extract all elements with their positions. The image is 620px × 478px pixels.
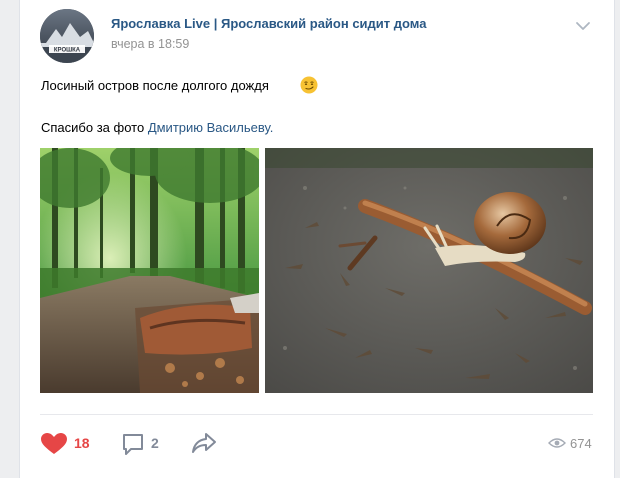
likes-count[interactable]: 18 xyxy=(74,435,90,451)
thanks-text: Спасибо за фото xyxy=(41,120,148,135)
post-time[interactable]: вчера в 18:59 xyxy=(111,37,189,51)
svg-text:КРОШКА: КРОШКА xyxy=(54,48,81,54)
group-avatar[interactable]: КРОШКА xyxy=(40,9,94,63)
post-text-line1: Лосиный остров после долгого дождя xyxy=(41,78,269,93)
share-icon[interactable] xyxy=(191,432,217,454)
heart-icon[interactable] xyxy=(40,432,68,456)
group-name-link[interactable]: Ярославка Live | Ярославский район сидит… xyxy=(111,16,426,31)
post-card: КРОШКА Ярославка Live | Ярославский райо… xyxy=(19,0,615,478)
snail-photo[interactable] xyxy=(265,148,593,393)
snail-image xyxy=(265,148,593,393)
avatar-image: КРОШКА xyxy=(40,9,94,63)
chevron-down-icon[interactable] xyxy=(575,21,591,31)
comment-icon[interactable] xyxy=(121,432,145,456)
author-link[interactable]: Дмитрию Васильеву. xyxy=(148,120,274,135)
smirk-emoji-icon xyxy=(300,76,318,94)
forest-image xyxy=(40,148,259,393)
eye-icon xyxy=(548,438,566,448)
post-text-line2: Спасибо за фото Дмитрию Васильеву. xyxy=(41,120,273,135)
views-count: 674 xyxy=(570,436,592,451)
forest-path-photo[interactable] xyxy=(40,148,259,393)
comments-count[interactable]: 2 xyxy=(151,435,159,451)
divider xyxy=(40,414,593,415)
